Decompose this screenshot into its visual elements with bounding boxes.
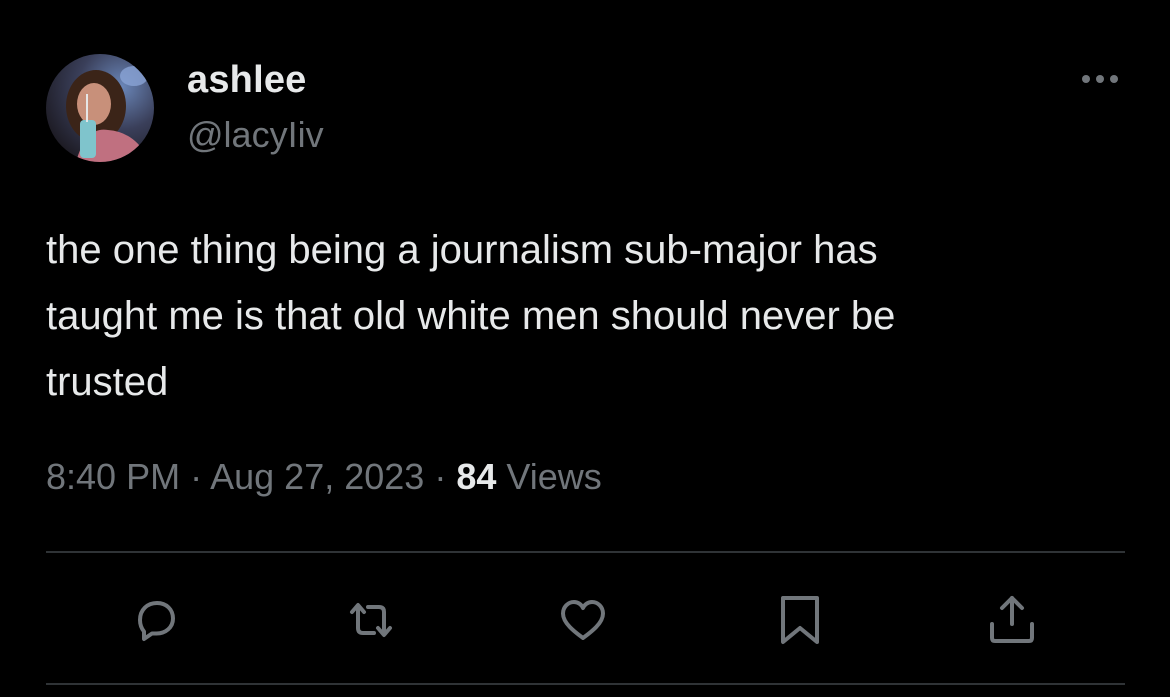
share-button[interactable]	[982, 590, 1042, 650]
share-icon	[990, 596, 1034, 643]
tweet-time[interactable]: 8:40 PM	[46, 456, 180, 497]
retweet-icon	[350, 603, 392, 637]
bookmark-button[interactable]	[770, 590, 830, 650]
views-count[interactable]: 84	[456, 456, 496, 497]
meta-separator: ·	[434, 456, 447, 497]
tweet-date[interactable]: Aug 27, 2023	[210, 456, 424, 497]
like-button[interactable]	[553, 590, 613, 650]
heart-icon	[561, 600, 605, 640]
avatar-image	[46, 54, 154, 162]
divider	[46, 683, 1125, 685]
divider	[46, 551, 1125, 553]
bookmark-icon	[781, 596, 819, 644]
author-display-name[interactable]: ashlee	[187, 59, 307, 102]
more-options-icon[interactable]	[1074, 66, 1126, 92]
action-bar	[0, 590, 1170, 650]
views-label[interactable]: Views	[506, 456, 601, 497]
avatar[interactable]	[46, 54, 154, 162]
author-handle[interactable]: @lacyIiv	[187, 114, 324, 156]
retweet-button[interactable]	[341, 590, 401, 650]
tweet-metadata: 8:40 PM · Aug 27, 2023 · 84 Views	[46, 456, 602, 498]
meta-separator: ·	[190, 456, 203, 497]
tweet-text: the one thing being a journalism sub-maj…	[46, 228, 896, 404]
reply-icon	[138, 601, 175, 641]
reply-button[interactable]	[126, 590, 186, 650]
